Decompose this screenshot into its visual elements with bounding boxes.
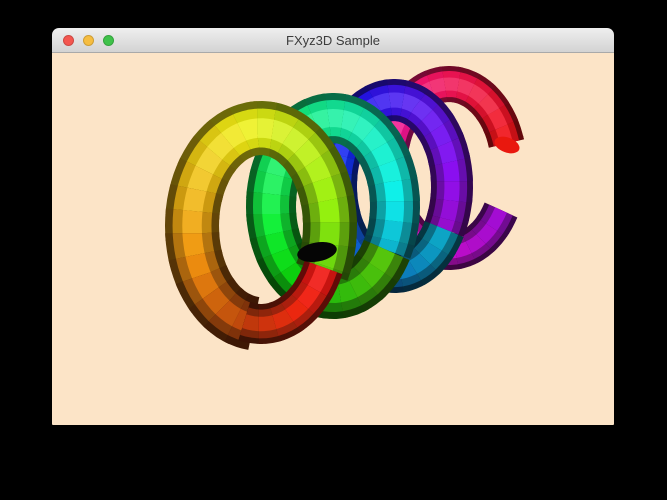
window-titlebar[interactable]: FXyz3D Sample [52, 28, 614, 53]
spring-canvas[interactable] [52, 53, 614, 425]
traffic-lights [63, 28, 114, 53]
viewport-3d[interactable] [52, 53, 614, 425]
app-window: FXyz3D Sample [52, 28, 614, 425]
desktop-background: FXyz3D Sample [0, 0, 667, 500]
minimize-button[interactable] [83, 35, 94, 46]
window-title: FXyz3D Sample [286, 32, 380, 48]
zoom-button[interactable] [103, 35, 114, 46]
close-button[interactable] [63, 35, 74, 46]
